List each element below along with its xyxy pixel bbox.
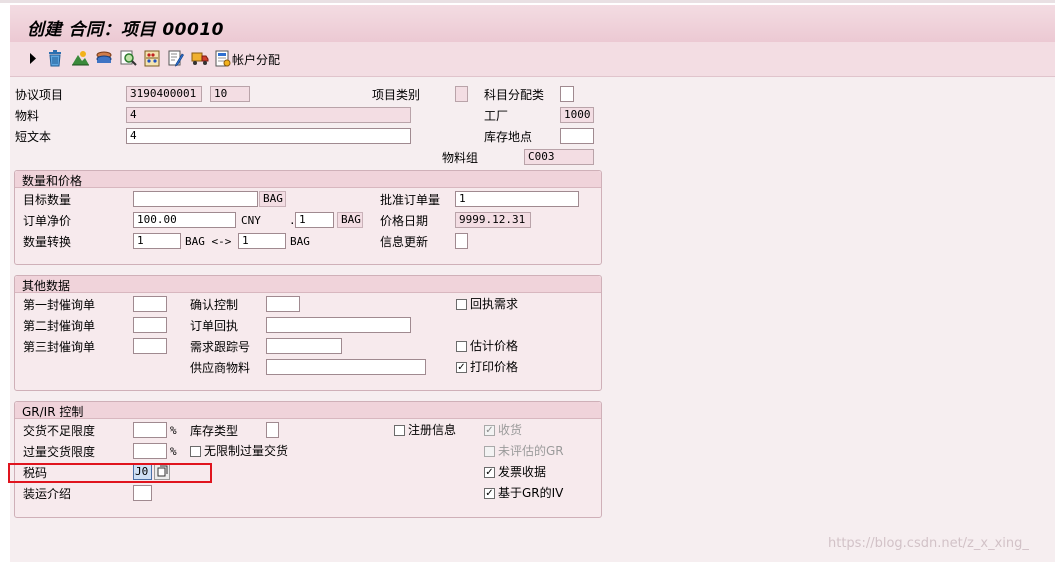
item-category-field[interactable] [455,86,468,102]
agreement-item-label: 协议项目 [15,88,64,102]
unlimited-overdelivery-checkbox[interactable] [190,446,201,457]
order-unit-qty-field[interactable]: 1 [455,191,579,207]
invoice-receipt-checkbox[interactable]: ✓ [484,467,495,478]
agreement-item-field[interactable]: 10 [210,86,250,102]
conversion-right-field[interactable]: 1 [238,233,286,249]
storage-location-field[interactable] [560,128,594,144]
short-text-label: 短文本 [15,130,52,144]
gr-based-iv-label: 基于GR的IV [498,486,564,500]
material-label: 物料 [15,109,40,123]
tax-code-highlight-box [8,463,212,483]
req-tracking-label: 需求跟踪号 [190,340,251,354]
top-divider [0,0,1055,3]
target-qty-unit: BAG [259,191,286,207]
target-qty-label: 目标数量 [23,193,72,207]
gr-based-iv-checkbox[interactable]: ✓ [484,488,495,499]
return-requirement-label: 回执需求 [470,297,519,311]
account-assignment-category-field[interactable] [560,86,574,102]
watermark: https://blog.csdn.net/z_x_xing_ [828,536,1029,551]
material-field[interactable]: 4 [126,107,411,123]
conversion-middle-text: BAG <-> [185,235,232,248]
goods-receipt-label: 收货 [498,423,523,437]
item-category-label: 项目类别 [372,88,421,102]
page-title: 创建 合同：项目 00010 [27,20,224,40]
plant-label: 工厂 [484,109,509,123]
print-price-label: 打印价格 [470,360,519,374]
play-icon[interactable] [26,48,40,68]
net-price-field[interactable]: 100.00 [133,212,236,228]
account-assignment-category-label: 科目分配类 [484,88,545,102]
per-unit: BAG [337,212,363,228]
magnifier-icon[interactable] [118,48,138,68]
reg-info-checkbox[interactable] [394,425,405,436]
account-assignment-button[interactable]: 帐户分配 [232,51,280,68]
stock-type-field[interactable] [266,422,279,438]
per-field[interactable]: 1 [295,212,334,228]
vendor-material-field[interactable] [266,359,426,375]
goods-receipt-checkbox: ✓ [484,425,495,436]
estimated-price-label: 估计价格 [470,339,519,353]
confirmation-control-label: 确认控制 [190,298,239,312]
conversion-label: 数量转换 [23,235,72,249]
unlimited-overdelivery-label: 无限制过量交货 [204,444,289,458]
print-price-checkbox[interactable]: ✓ [456,362,467,373]
order-ack-field[interactable] [266,317,411,333]
vendor-material-label: 供应商物料 [190,361,251,375]
overdelivery-percent: % [170,445,177,458]
conversion-left-field[interactable]: 1 [133,233,181,249]
underdelivery-label: 交货不足限度 [23,424,96,438]
overdelivery-field[interactable] [133,443,167,459]
reminder2-field[interactable] [133,317,167,333]
net-price-label: 订单净价 [23,214,72,228]
other-data-title: 其他数据 [22,279,71,293]
underdelivery-percent: % [170,424,177,437]
estimated-price-checkbox[interactable] [456,341,467,352]
shipping-instr-field[interactable] [133,485,152,501]
stock-type-label: 库存类型 [190,424,239,438]
currency-text: CNY [241,214,261,227]
target-qty-field[interactable] [133,191,258,207]
info-update-label: 信息更新 [380,235,429,249]
short-text-field[interactable]: 4 [126,128,411,144]
reminder3-field[interactable] [133,338,167,354]
account-assign-icon[interactable] [214,48,232,68]
storage-location-label: 库存地点 [484,130,533,144]
reminder1-label: 第一封催询单 [23,298,96,312]
underdelivery-field[interactable] [133,422,167,438]
overdelivery-label: 过量交货限度 [23,445,96,459]
agreement-number-field[interactable]: 3190400001 [126,86,202,102]
reminder1-field[interactable] [133,296,167,312]
confirmation-control-field[interactable] [266,296,300,312]
truck-icon[interactable] [190,48,210,68]
edit-icon[interactable] [166,48,186,68]
reminder3-label: 第三封催询单 [23,340,96,354]
shipping-instr-label: 装运介绍 [23,487,72,501]
non-valuated-gr-checkbox [484,446,495,457]
material-group-field[interactable]: C003 [524,149,594,165]
landscape-icon[interactable] [70,48,90,68]
stack-icon[interactable] [94,48,114,68]
non-valuated-gr-label: 未评估的GR [498,444,564,458]
grir-control-title: GR/IR 控制 [22,405,84,419]
return-requirement-checkbox[interactable] [456,299,467,310]
title-bar: 创建 合同：项目 00010 [10,5,1055,43]
reminder2-label: 第二封催询单 [23,319,96,333]
order-unit-qty-label: 批准订单量 [380,193,441,207]
req-tracking-field[interactable] [266,338,342,354]
invoice-receipt-label: 发票收据 [498,465,547,479]
conversion-right-unit: BAG [290,235,310,248]
order-ack-label: 订单回执 [190,319,239,333]
info-update-field[interactable] [455,233,468,249]
quantity-price-title: 数量和价格 [22,174,83,188]
trash-icon[interactable] [45,48,65,68]
price-date-label: 价格日期 [380,214,429,228]
plant-field[interactable]: 1000 [560,107,594,123]
reg-info-label: 注册信息 [408,423,457,437]
material-group-label: 物料组 [442,151,479,165]
abacus-icon[interactable] [142,48,162,68]
price-date-field[interactable]: 9999.12.31 [455,212,531,228]
